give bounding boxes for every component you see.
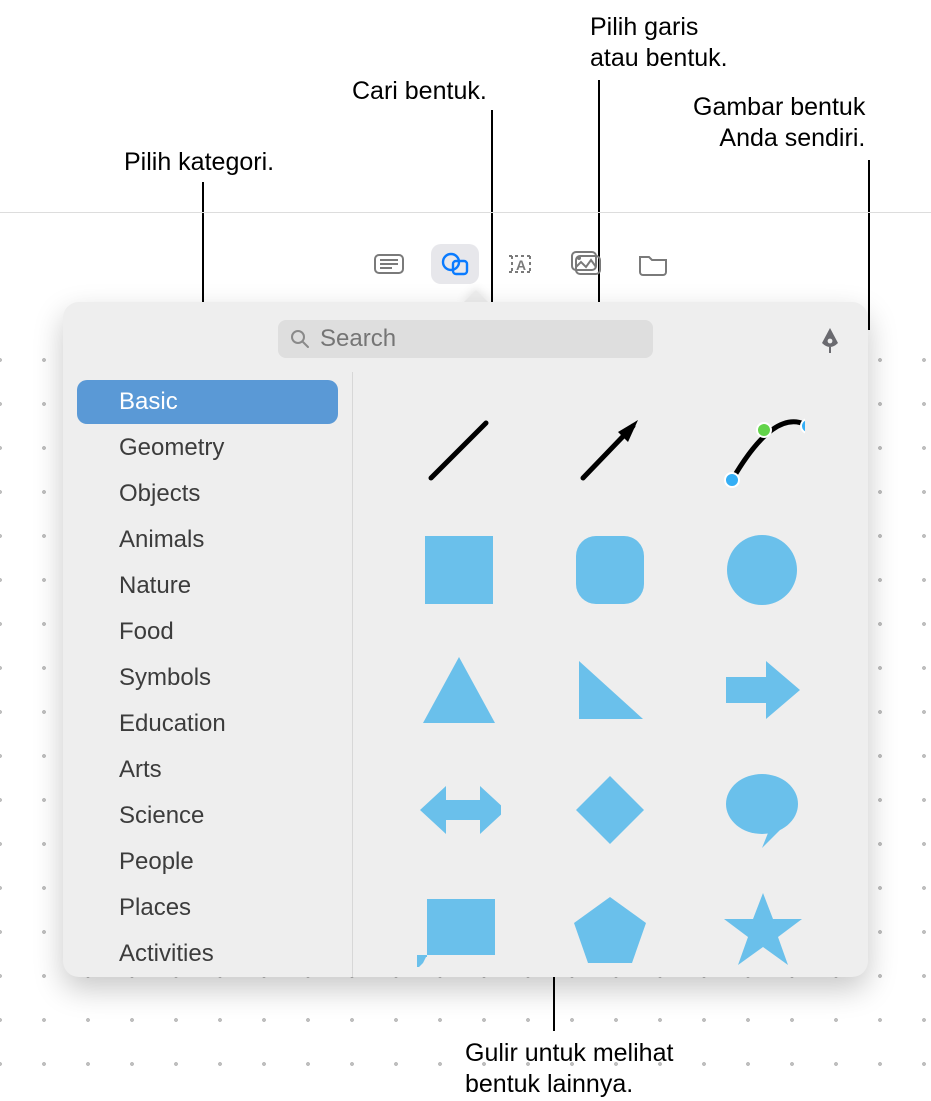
callout-draw: Gambar bentuk Anda sendiri.: [693, 92, 865, 155]
shape-circle[interactable]: [720, 528, 805, 613]
category-arts[interactable]: Arts: [77, 748, 338, 792]
shape-double-arrow[interactable]: [416, 768, 501, 853]
shape-star[interactable]: [720, 888, 805, 973]
leader-search: [491, 110, 493, 330]
shape-square[interactable]: [416, 528, 501, 613]
callout-search: Cari bentuk.: [352, 76, 487, 107]
category-sidebar: Basic Geometry Objects Animals Nature Fo…: [63, 372, 353, 977]
text-tool-button[interactable]: [365, 244, 413, 284]
draw-shape-button[interactable]: [810, 320, 850, 360]
shape-arrow-line[interactable]: [568, 408, 653, 493]
toolbar: A: [365, 244, 677, 284]
folder-tool-button[interactable]: [629, 244, 677, 284]
shape-curve-editable[interactable]: [720, 408, 805, 493]
shape-flag[interactable]: [416, 888, 501, 973]
shape-arrow-right[interactable]: [720, 648, 805, 733]
category-animals[interactable]: Animals: [77, 518, 338, 562]
shapes-popover: Basic Geometry Objects Animals Nature Fo…: [63, 302, 868, 977]
pen-icon: [816, 326, 844, 354]
shapes-tool-button[interactable]: [431, 244, 479, 284]
callout-category: Pilih kategori.: [124, 147, 274, 178]
svg-text:A: A: [516, 257, 526, 273]
category-objects[interactable]: Objects: [77, 472, 338, 516]
shape-pentagon[interactable]: [568, 888, 653, 973]
shape-triangle[interactable]: [416, 648, 501, 733]
category-people[interactable]: People: [77, 840, 338, 884]
category-basic[interactable]: Basic: [77, 380, 338, 424]
textbox-tool-button[interactable]: A: [497, 244, 545, 284]
divider: [0, 212, 931, 213]
shape-speech-bubble[interactable]: [720, 768, 805, 853]
callout-line: Pilih garis atau bentuk.: [590, 12, 728, 75]
category-science[interactable]: Science: [77, 794, 338, 838]
shape-line[interactable]: [416, 408, 501, 493]
search-input[interactable]: [320, 325, 641, 353]
leader-draw: [868, 160, 870, 330]
category-places[interactable]: Places: [77, 886, 338, 930]
shape-right-triangle[interactable]: [568, 648, 653, 733]
category-geometry[interactable]: Geometry: [77, 426, 338, 470]
shape-rounded-square[interactable]: [568, 528, 653, 613]
category-activities[interactable]: Activities: [77, 932, 338, 976]
category-education[interactable]: Education: [77, 702, 338, 746]
shapes-grid: [353, 372, 868, 977]
category-food[interactable]: Food: [77, 610, 338, 654]
shape-diamond[interactable]: [568, 768, 653, 853]
media-tool-button[interactable]: [563, 244, 611, 284]
search-icon: [290, 329, 310, 349]
category-symbols[interactable]: Symbols: [77, 656, 338, 700]
search-field[interactable]: [278, 320, 653, 358]
category-nature[interactable]: Nature: [77, 564, 338, 608]
